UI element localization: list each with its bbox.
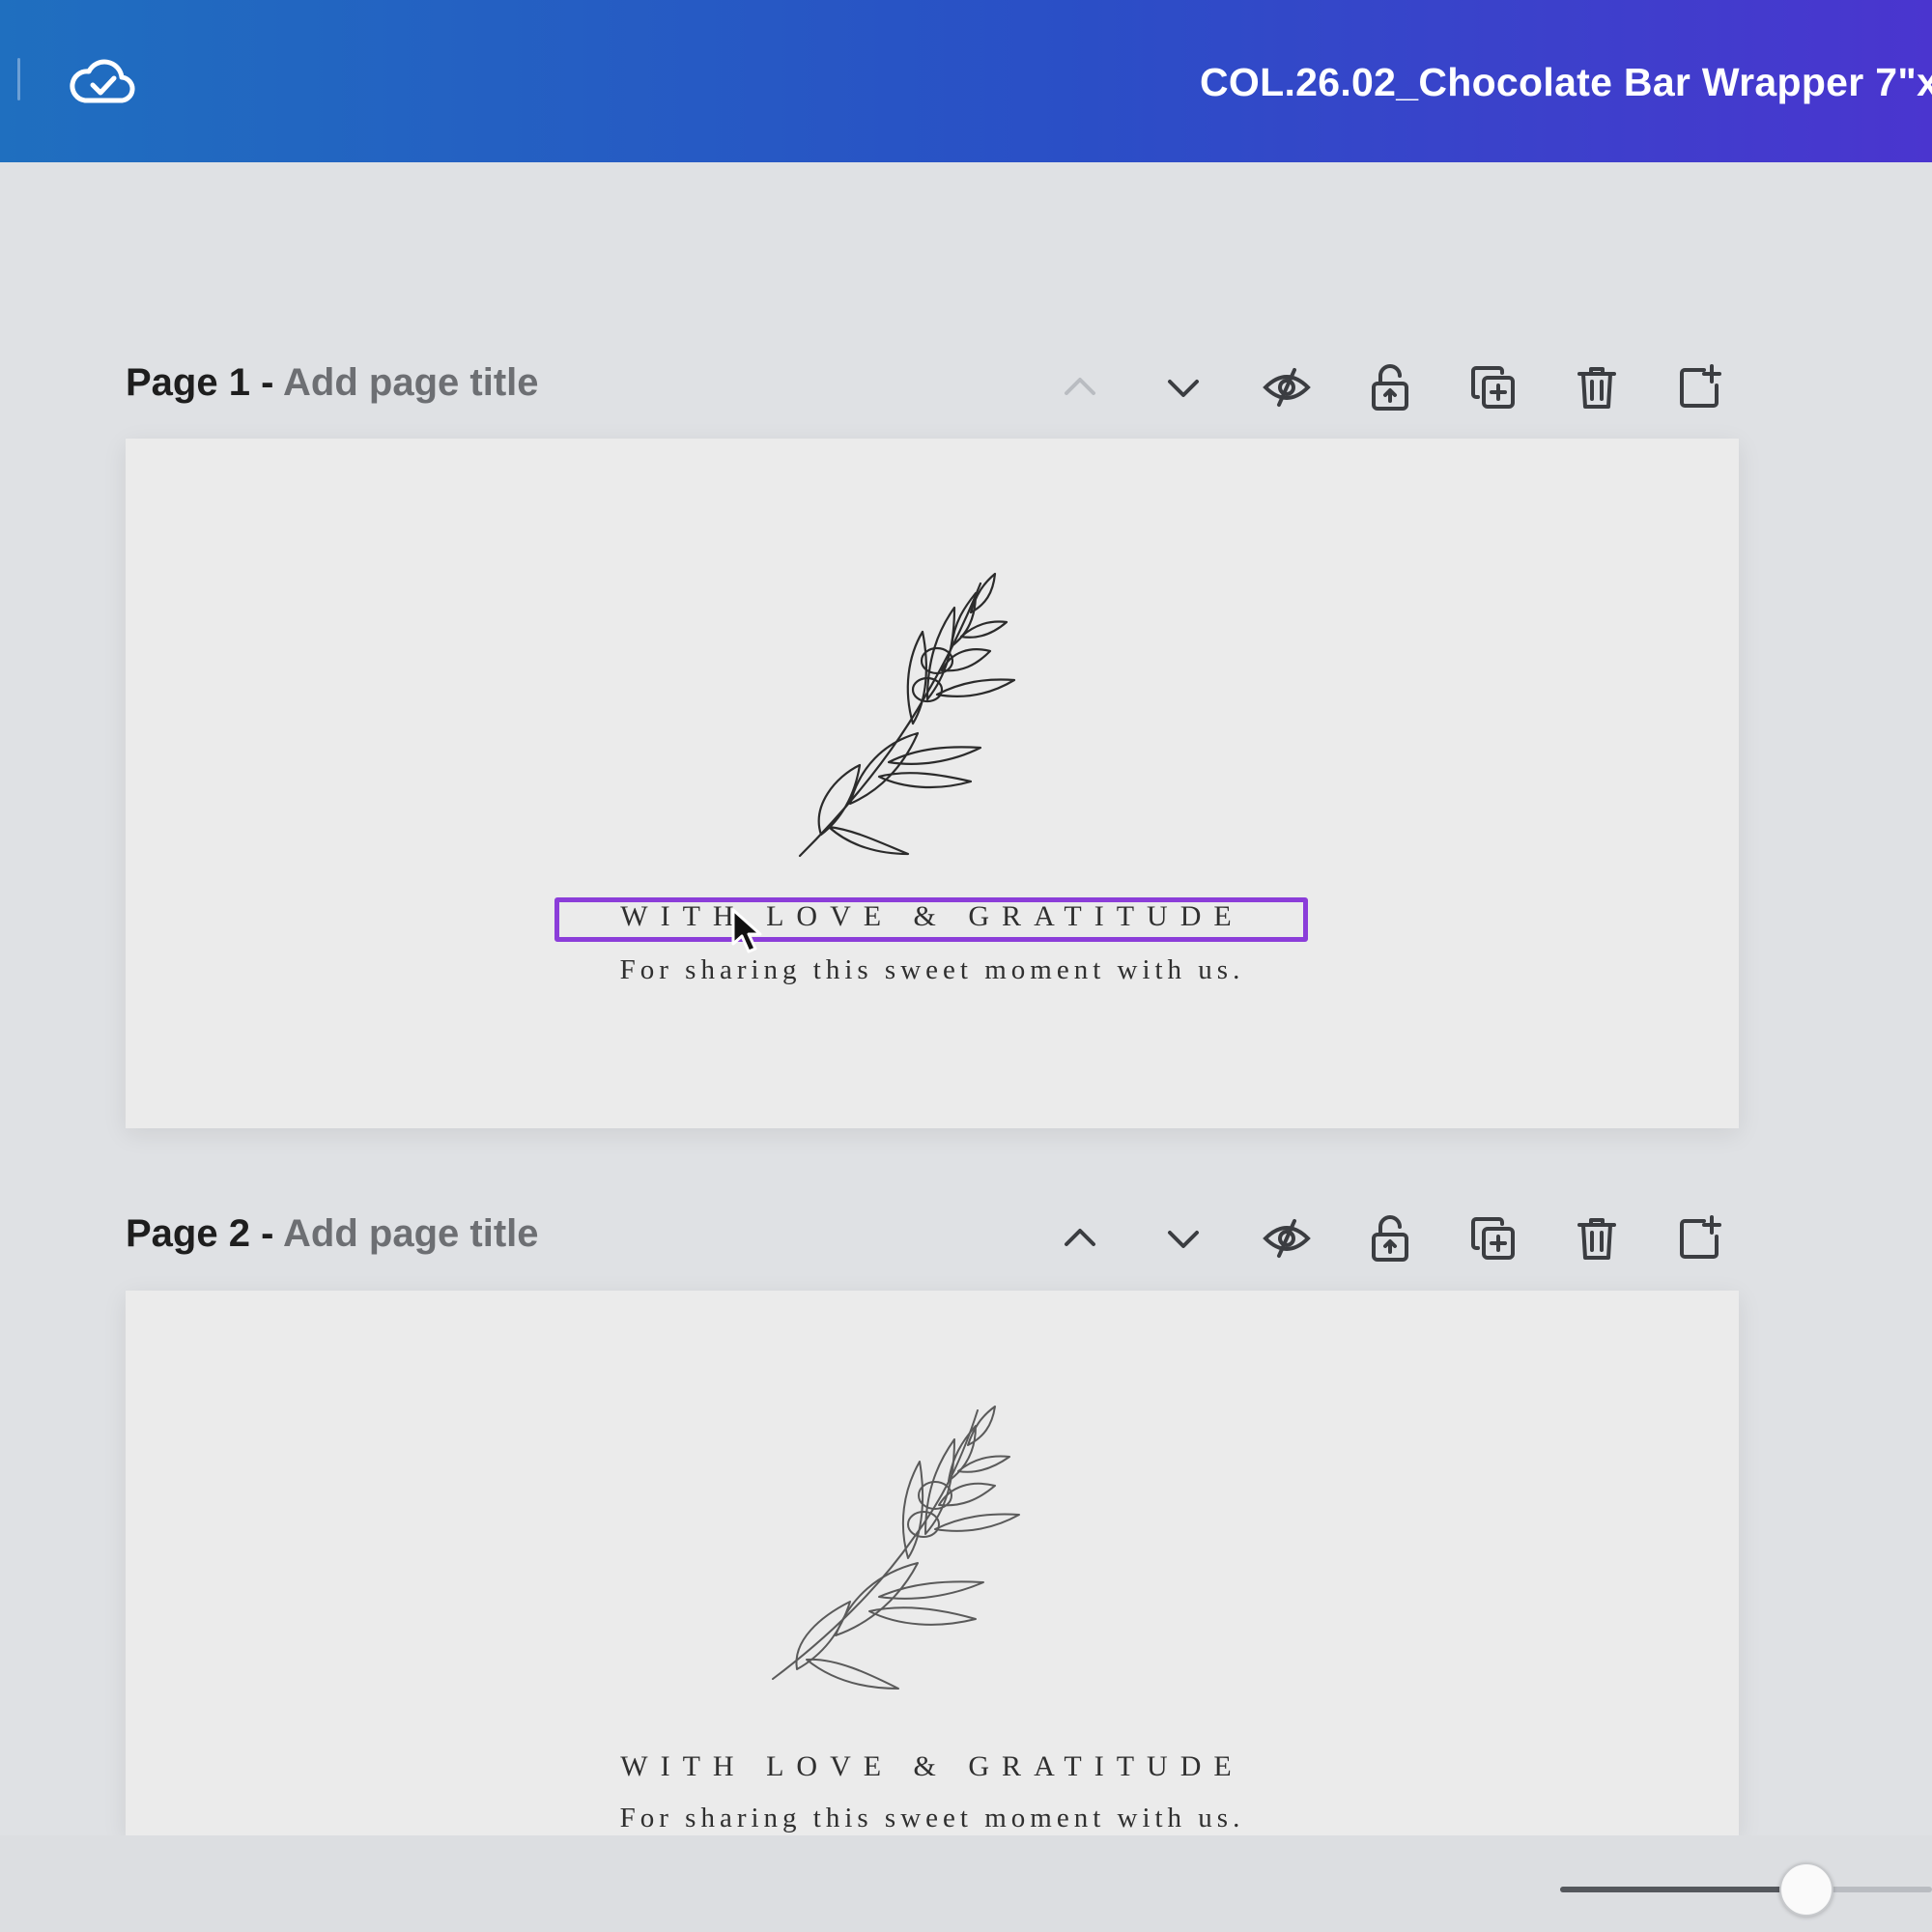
- chevron-down-icon: [1168, 1231, 1199, 1248]
- chevron-down-icon: [1168, 380, 1199, 397]
- bottom-bar: [0, 1835, 1932, 1932]
- page-2-header: Page 2 - Add page title: [126, 1205, 1748, 1272]
- page-number-label: Page 1 -: [126, 361, 274, 404]
- add-page-icon: [1680, 364, 1721, 408]
- olive-branch-illustration: [798, 572, 1016, 858]
- trash-icon: [1577, 1218, 1616, 1260]
- duplicate-icon: [1471, 366, 1515, 409]
- move-page-down-button[interactable]: [1150, 1205, 1217, 1272]
- eye-off-icon: [1263, 368, 1311, 407]
- cloud-check-icon[interactable]: [68, 50, 137, 112]
- subheading-text[interactable]: For sharing this sweet moment with us.: [126, 954, 1739, 986]
- top-bar: COL.26.02_Chocolate Bar Wrapper 7"x: [0, 0, 1932, 162]
- move-page-down-button[interactable]: [1150, 354, 1217, 421]
- move-page-up-button[interactable]: [1046, 354, 1114, 421]
- unlock-icon: [1372, 364, 1408, 411]
- hide-page-button[interactable]: [1253, 1205, 1321, 1272]
- page-1-header: Page 1 - Add page title: [126, 354, 1748, 421]
- lock-page-button[interactable]: [1356, 354, 1424, 421]
- add-page-icon: [1680, 1215, 1721, 1259]
- lock-page-button[interactable]: [1356, 1205, 1424, 1272]
- delete-page-button[interactable]: [1563, 354, 1631, 421]
- delete-page-button[interactable]: [1563, 1205, 1631, 1272]
- page-2-label: Page 2 - Add page title: [126, 1212, 539, 1256]
- page-number-label: Page 2 -: [126, 1212, 274, 1255]
- page-1-label: Page 1 - Add page title: [126, 361, 539, 405]
- duplicate-page-button[interactable]: [1460, 1205, 1527, 1272]
- mouse-cursor-icon: [731, 908, 762, 953]
- trash-icon: [1577, 367, 1616, 409]
- page-1-canvas[interactable]: WITH LOVE & GRATITUDE For sharing this s…: [126, 439, 1739, 1128]
- zoom-slider-thumb[interactable]: [1779, 1862, 1833, 1917]
- unlock-icon: [1372, 1215, 1408, 1262]
- hide-page-button[interactable]: [1253, 354, 1321, 421]
- move-page-up-button[interactable]: [1046, 1205, 1114, 1272]
- duplicate-page-button[interactable]: [1460, 354, 1527, 421]
- olive-branch-illustration: [772, 1406, 1020, 1690]
- toolbar-divider: [17, 58, 20, 100]
- document-title[interactable]: COL.26.02_Chocolate Bar Wrapper 7"x: [1200, 60, 1932, 105]
- chevron-up-icon: [1065, 1229, 1095, 1246]
- add-page-button[interactable]: [1666, 1205, 1734, 1272]
- heading-text[interactable]: WITH LOVE & GRATITUDE: [126, 1750, 1739, 1783]
- add-page-button[interactable]: [1666, 354, 1734, 421]
- duplicate-icon: [1471, 1217, 1515, 1260]
- zoom-slider-fill: [1560, 1887, 1806, 1892]
- text-selection-box[interactable]: [554, 897, 1308, 942]
- chevron-up-icon: [1065, 378, 1095, 395]
- subheading-text[interactable]: For sharing this sweet moment with us.: [126, 1803, 1739, 1834]
- page-title-input[interactable]: Add page title: [283, 361, 538, 404]
- page-title-input[interactable]: Add page title: [283, 1212, 538, 1255]
- page-2-canvas[interactable]: WITH LOVE & GRATITUDE For sharing this s…: [126, 1291, 1739, 1835]
- eye-off-icon: [1263, 1219, 1311, 1258]
